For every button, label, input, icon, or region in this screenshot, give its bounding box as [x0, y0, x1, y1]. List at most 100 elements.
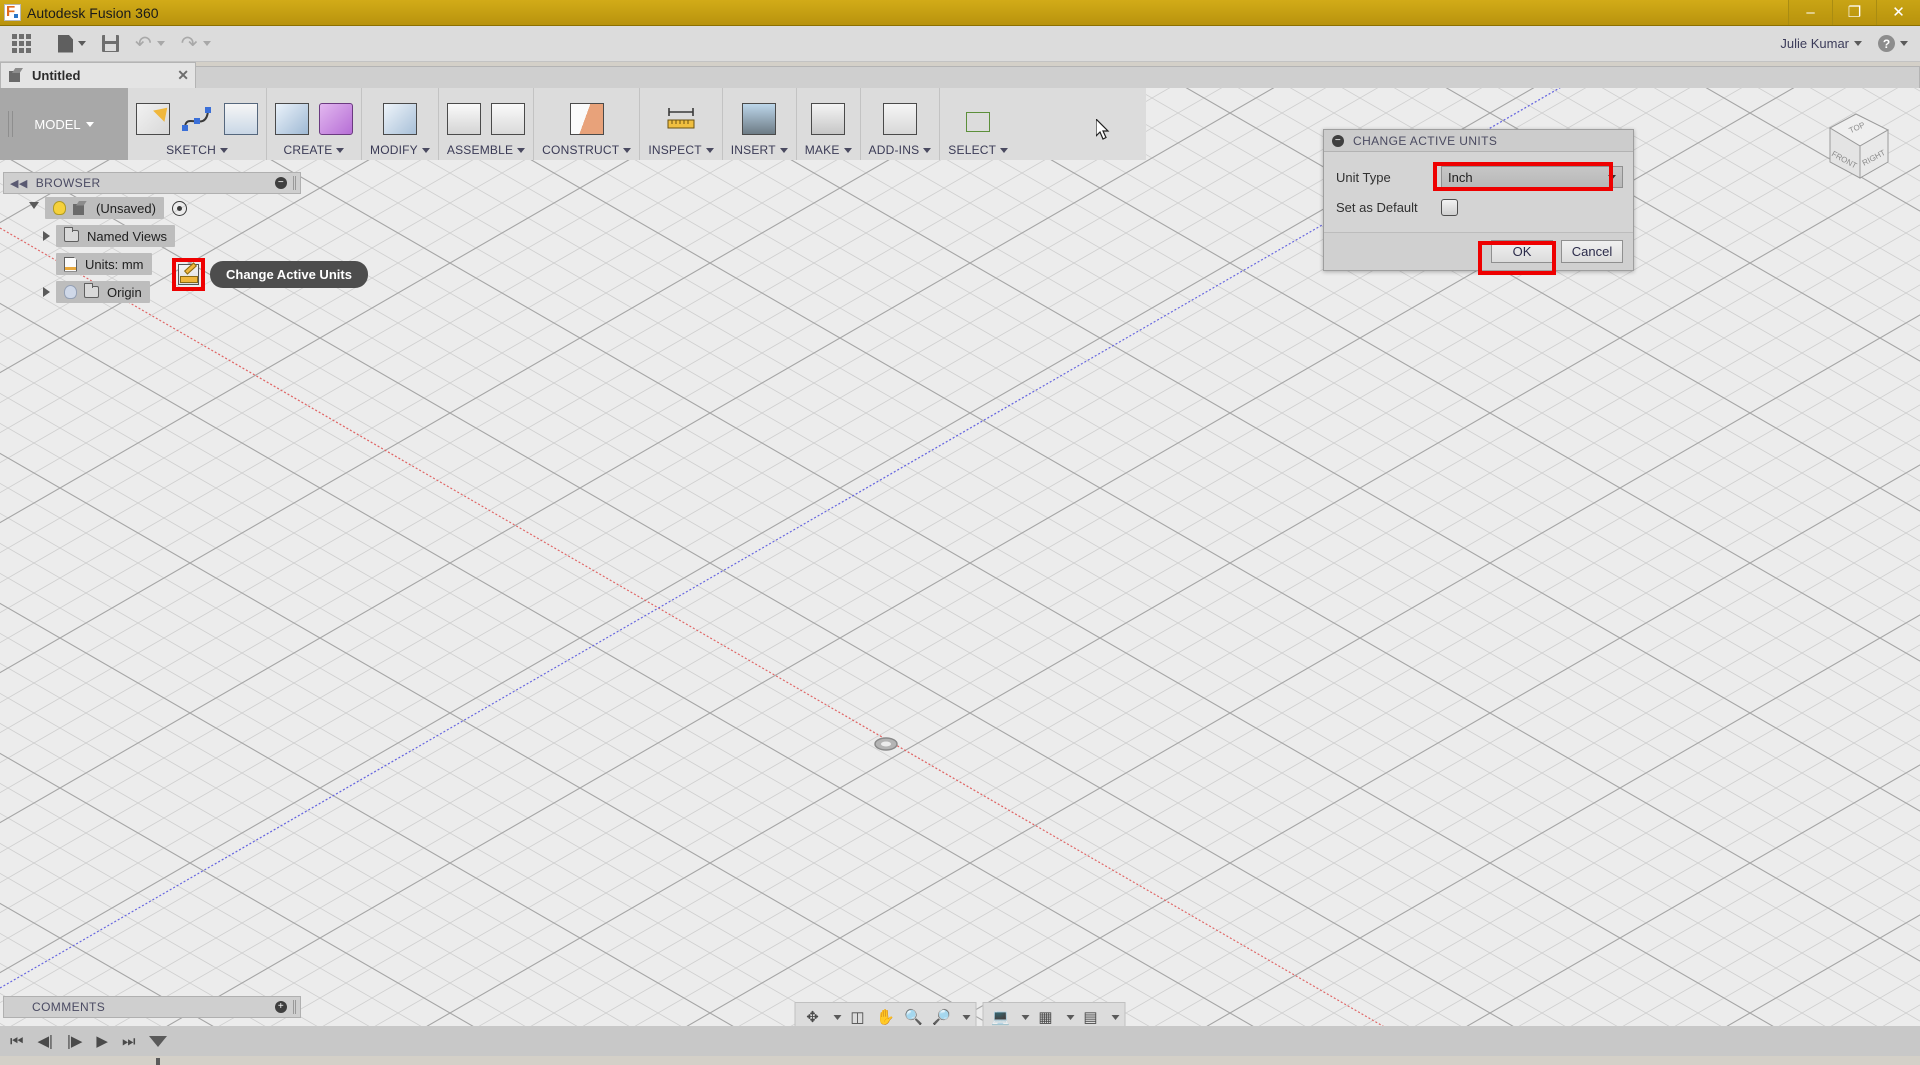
- expander-closed-icon[interactable]: [43, 287, 50, 297]
- redo-arrow-icon: ↷: [181, 34, 198, 54]
- document-tab-strip: Untitled ✕: [0, 62, 1920, 88]
- chevron-down-icon[interactable]: [834, 1015, 842, 1020]
- view-cube[interactable]: TOP FRONT RIGHT: [1810, 104, 1902, 190]
- chevron-down-icon: [780, 148, 788, 153]
- help-icon[interactable]: ?: [1878, 35, 1895, 52]
- expander-closed-icon[interactable]: [43, 231, 50, 241]
- workspace-switcher-button[interactable]: MODEL: [0, 88, 128, 160]
- skip-to-beginning-icon[interactable]: ⏮: [10, 1033, 24, 1050]
- create-sketch-icon[interactable]: [136, 103, 170, 135]
- new-document-button[interactable]: [58, 26, 86, 62]
- measure-icon[interactable]: [664, 103, 698, 135]
- chevron-down-icon[interactable]: [1022, 1015, 1030, 1020]
- close-button[interactable]: ✕: [1876, 0, 1920, 25]
- chevron-down-icon[interactable]: [1112, 1015, 1120, 1020]
- ribbon-group-assemble: ASSEMBLE: [439, 88, 534, 160]
- minimize-button[interactable]: –: [1788, 0, 1832, 25]
- chevron-down-icon[interactable]: [1067, 1015, 1075, 1020]
- play-icon[interactable]: ▶: [96, 1032, 108, 1050]
- restore-button[interactable]: ❐: [1832, 0, 1876, 25]
- set-as-default-checkbox[interactable]: [1441, 199, 1458, 216]
- scripts-addins-icon[interactable]: [883, 103, 917, 135]
- new-component-icon[interactable]: [447, 103, 481, 135]
- comments-title: COMMENTS: [32, 1000, 105, 1014]
- file-icon: [58, 35, 73, 53]
- unit-type-label: Unit Type: [1336, 170, 1441, 185]
- close-icon[interactable]: ✕: [157, 67, 189, 84]
- dialog-title-bar: − CHANGE ACTIVE UNITS: [1324, 130, 1633, 152]
- ribbon-label-create[interactable]: CREATE: [284, 143, 345, 157]
- sculpt-icon[interactable]: [319, 103, 353, 135]
- ribbon-label-insert[interactable]: INSERT: [731, 143, 788, 157]
- document-tab[interactable]: Untitled ✕: [0, 62, 196, 88]
- spline-icon[interactable]: [180, 103, 214, 135]
- workspace-label: MODEL: [34, 117, 80, 132]
- chevron-down-icon: [86, 122, 94, 127]
- chevron-down-icon: [844, 148, 852, 153]
- tree-item-label: Origin: [107, 285, 142, 300]
- filter-icon[interactable]: [149, 1036, 167, 1047]
- chevron-down-icon[interactable]: [963, 1015, 971, 1020]
- window-controls: – ❐ ✕: [1788, 0, 1920, 26]
- title-bar: Autodesk Fusion 360 – ❐ ✕: [0, 0, 1920, 26]
- ribbon-label-inspect[interactable]: INSPECT: [648, 143, 713, 157]
- tree-item-label: Named Views: [87, 229, 167, 244]
- ribbon-group-inspect: INSPECT: [640, 88, 722, 160]
- visibility-icon[interactable]: [172, 201, 187, 216]
- ribbon-group-create: CREATE: [267, 88, 362, 160]
- tree-item-named-views[interactable]: Named Views: [3, 222, 301, 250]
- expander-open-icon[interactable]: [29, 202, 39, 214]
- light-bulb-icon[interactable]: [53, 201, 66, 215]
- ribbon-label-construct[interactable]: CONSTRUCT: [542, 143, 631, 157]
- skip-to-end-icon[interactable]: ⏭: [122, 1033, 136, 1050]
- folder-icon: [84, 286, 99, 298]
- tree-item-label: (Unsaved): [96, 201, 156, 216]
- offset-plane-icon[interactable]: [570, 103, 604, 135]
- rectangle-icon[interactable]: [224, 103, 258, 135]
- user-name-label[interactable]: Julie Kumar: [1780, 36, 1849, 51]
- save-button[interactable]: [102, 26, 119, 62]
- ribbon-label-make[interactable]: MAKE: [805, 143, 852, 157]
- app-title: Autodesk Fusion 360: [27, 5, 159, 21]
- chevron-down-icon: [336, 148, 344, 153]
- step-forward-icon[interactable]: |▶: [67, 1032, 82, 1050]
- units-document-icon: [64, 257, 77, 272]
- panel-resize-grip[interactable]: [293, 176, 296, 190]
- select-window-icon[interactable]: [966, 112, 990, 132]
- ribbon-label-select[interactable]: SELECT: [948, 143, 1008, 157]
- undo-button[interactable]: ↶: [135, 26, 165, 62]
- ribbon-label-assemble[interactable]: ASSEMBLE: [447, 143, 525, 157]
- dialog-collapse-icon[interactable]: −: [1332, 135, 1344, 147]
- ribbon-group-sketch: SKETCH: [128, 88, 267, 160]
- insert-image-icon[interactable]: [742, 103, 776, 135]
- timeline-bar: ⏮ ◀| |▶ ▶ ⏭: [0, 1026, 1920, 1056]
- joint-icon[interactable]: [491, 103, 525, 135]
- ribbon-label-sketch[interactable]: SKETCH: [166, 143, 228, 157]
- panel-resize-grip[interactable]: [293, 1000, 296, 1014]
- browser-title: BROWSER: [36, 176, 101, 190]
- folder-icon: [64, 230, 79, 242]
- ribbon-label-modify[interactable]: MODIFY: [370, 143, 430, 157]
- document-tab-label: Untitled: [32, 68, 80, 83]
- cancel-button[interactable]: Cancel: [1561, 240, 1623, 263]
- dialog-title: CHANGE ACTIVE UNITS: [1353, 134, 1497, 148]
- light-bulb-icon[interactable]: [64, 285, 77, 299]
- collapse-left-icon[interactable]: ◀◀: [10, 177, 28, 190]
- add-comment-icon[interactable]: +: [275, 1001, 287, 1013]
- step-back-icon[interactable]: ◀|: [38, 1032, 53, 1050]
- quick-access-toolbar: ↶ ↷ Julie Kumar ?: [0, 26, 1920, 62]
- ribbon-label-addins[interactable]: ADD-INS: [869, 143, 932, 157]
- chevron-down-icon: [706, 148, 714, 153]
- panel-options-icon[interactable]: −: [275, 177, 287, 189]
- press-pull-icon[interactable]: [383, 103, 417, 135]
- chevron-down-icon[interactable]: [1900, 41, 1908, 46]
- tree-item-unsaved[interactable]: (Unsaved): [3, 194, 301, 222]
- redo-button[interactable]: ↷: [181, 26, 211, 62]
- app-grid-icon[interactable]: [0, 26, 42, 62]
- ribbon-toolbar: MODEL SKETCH CREATE: [0, 88, 1146, 160]
- 3d-print-icon[interactable]: [811, 103, 845, 135]
- chevron-down-icon[interactable]: [1854, 41, 1862, 46]
- extrude-icon[interactable]: [275, 103, 309, 135]
- chevron-down-icon: [157, 41, 165, 46]
- browser-header: ◀◀ BROWSER −: [3, 172, 301, 194]
